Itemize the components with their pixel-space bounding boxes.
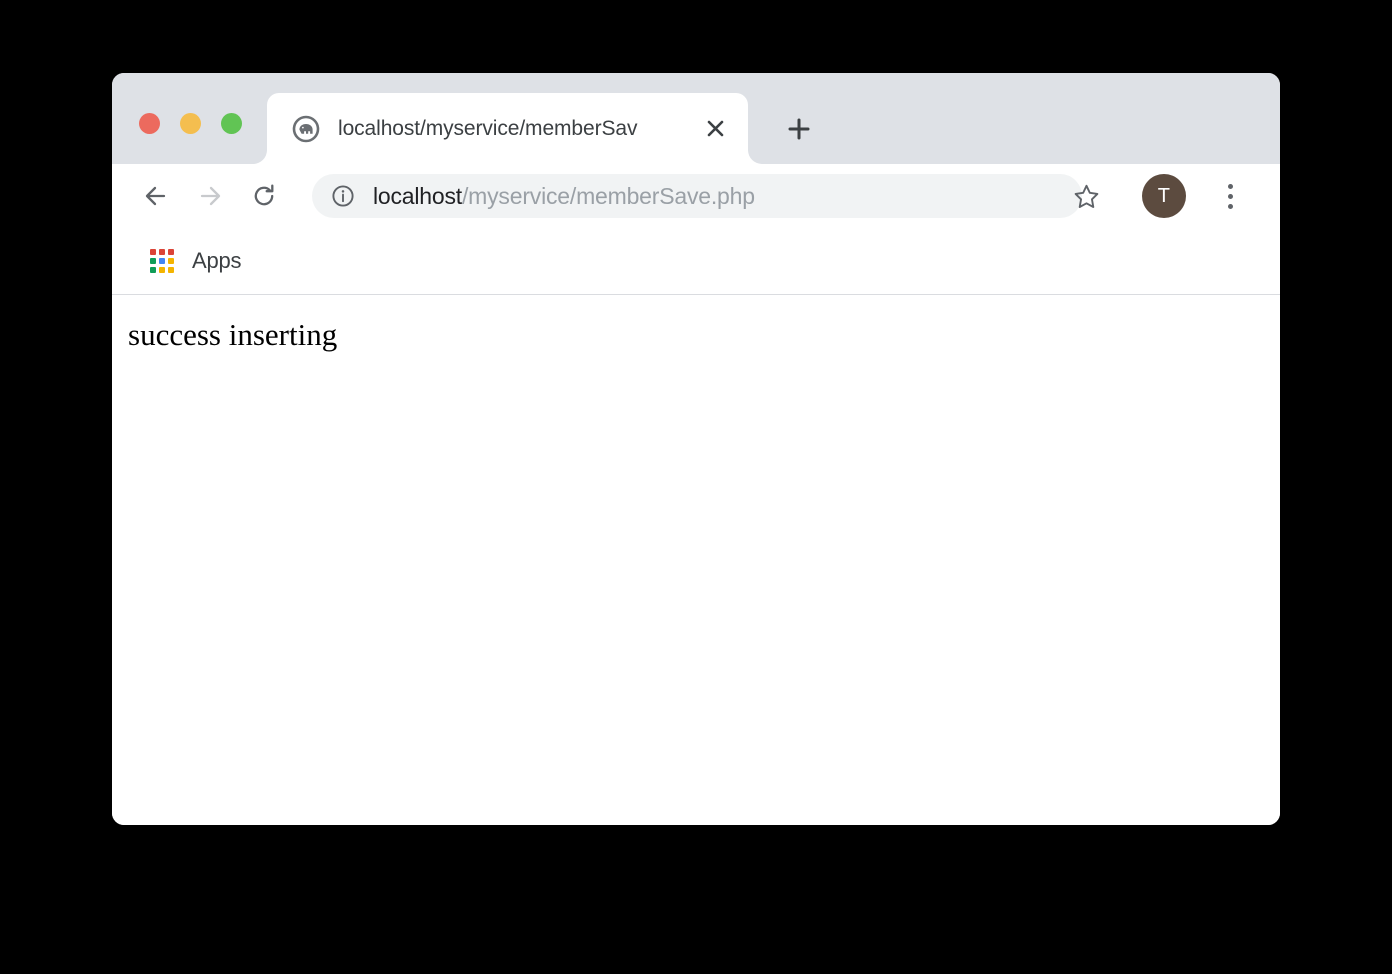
address-bar-url[interactable]: localhost/myservice/memberSave.php bbox=[373, 183, 755, 210]
window-minimize-button[interactable] bbox=[180, 113, 201, 134]
bookmarks-bar: Apps bbox=[112, 228, 1280, 295]
bookmark-label: Apps bbox=[192, 248, 242, 273]
address-bar[interactable]: localhost/myservice/memberSave.php bbox=[312, 174, 1082, 218]
window-maximize-button[interactable] bbox=[221, 113, 242, 134]
close-icon[interactable] bbox=[700, 114, 730, 144]
new-tab-button[interactable] bbox=[778, 108, 820, 150]
browser-tab-active[interactable]: localhost/myservice/memberSav bbox=[251, 93, 764, 164]
browser-window: localhost/myservice/memberSav localhost/… bbox=[112, 73, 1280, 825]
bookmark-star-icon[interactable] bbox=[1064, 174, 1108, 218]
page-body-text: success inserting bbox=[128, 317, 338, 352]
window-traffic-lights bbox=[139, 113, 242, 134]
window-close-button[interactable] bbox=[139, 113, 160, 134]
info-circle-icon[interactable] bbox=[330, 183, 356, 209]
menu-dot bbox=[1227, 203, 1233, 209]
desktop-background: localhost/myservice/memberSav localhost/… bbox=[0, 0, 1392, 974]
tab-shoulder-right bbox=[748, 148, 764, 164]
three-dot-menu-icon[interactable] bbox=[1212, 174, 1248, 218]
tab-strip: localhost/myservice/memberSav bbox=[112, 73, 1280, 164]
browser-toolbar: localhost/myservice/memberSave.php T bbox=[112, 164, 1280, 228]
menu-dot bbox=[1227, 193, 1233, 199]
back-arrow-icon[interactable] bbox=[134, 174, 178, 218]
profile-avatar[interactable]: T bbox=[1142, 174, 1186, 218]
avatar-initial: T bbox=[1157, 184, 1171, 207]
forward-arrow-icon bbox=[188, 174, 232, 218]
reload-icon[interactable] bbox=[242, 174, 286, 218]
apps-grid-icon bbox=[150, 249, 174, 273]
tab-title: localhost/myservice/memberSav bbox=[338, 116, 638, 140]
address-bar-host: localhost bbox=[373, 182, 462, 209]
tab-shoulder-left bbox=[251, 148, 267, 164]
page-viewport: success inserting bbox=[112, 295, 1280, 825]
menu-dot bbox=[1227, 183, 1233, 189]
bookmark-item-apps[interactable]: Apps bbox=[142, 242, 249, 280]
address-bar-path: /myservice/memberSave.php bbox=[461, 182, 755, 209]
php-elephant-icon bbox=[292, 115, 320, 143]
